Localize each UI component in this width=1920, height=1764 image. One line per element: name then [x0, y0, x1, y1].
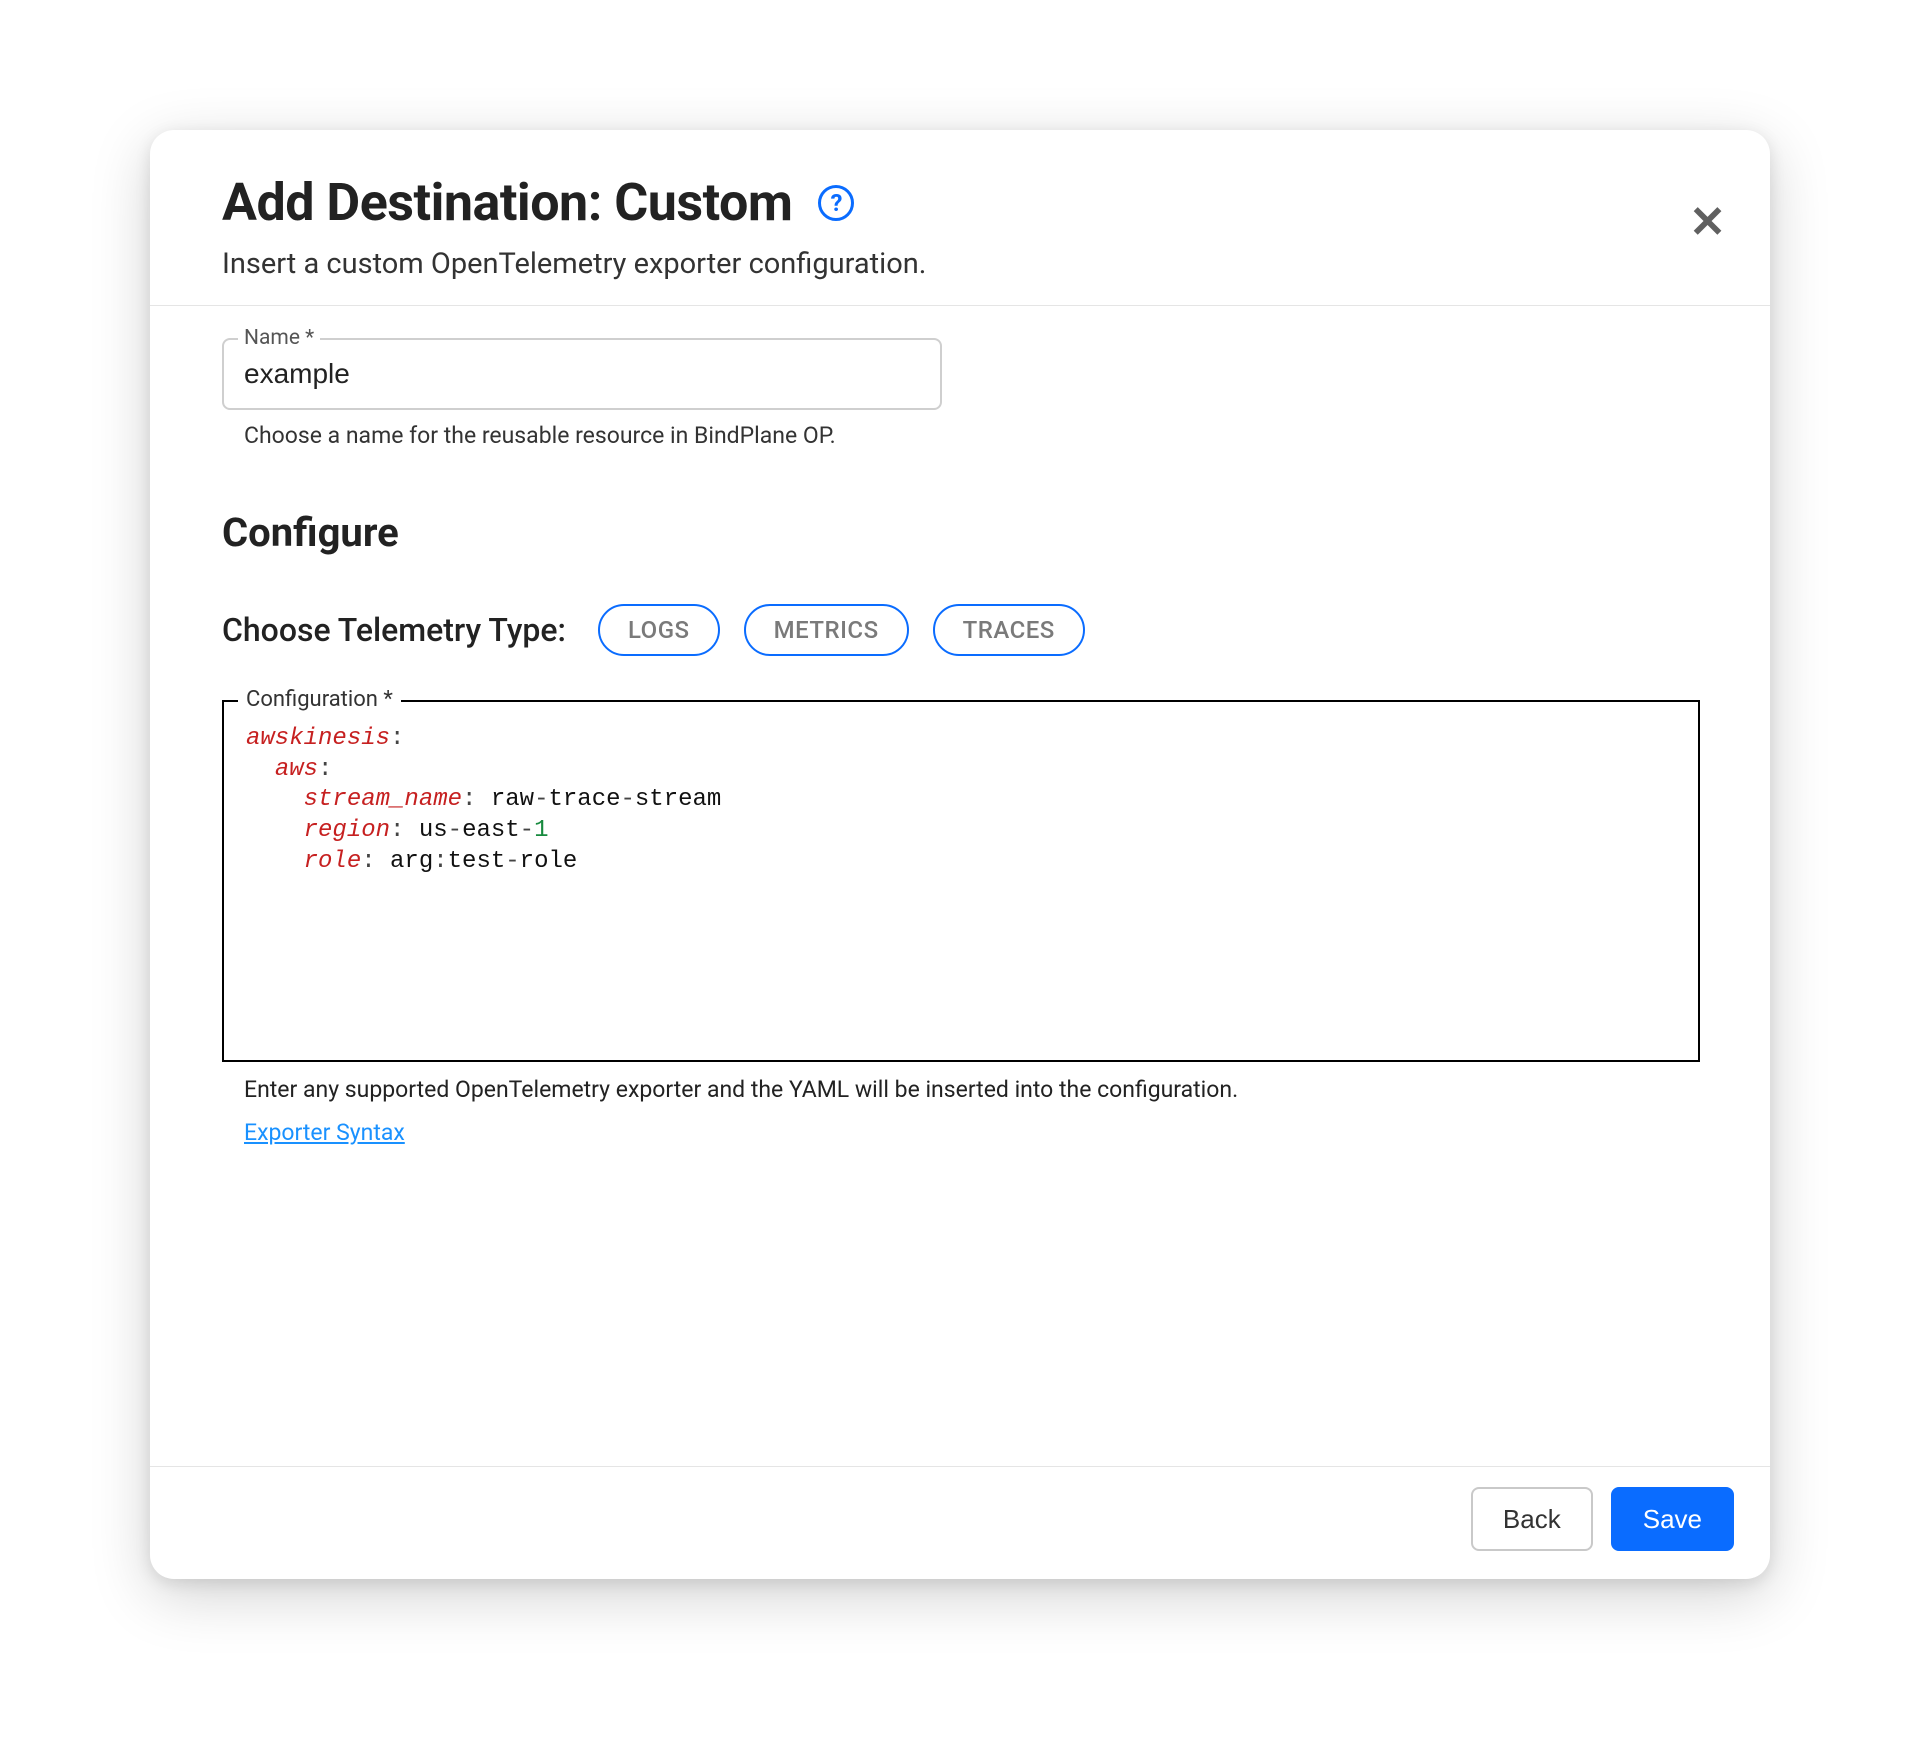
exporter-syntax-link[interactable]: Exporter Syntax [244, 1119, 405, 1146]
add-destination-dialog: Add Destination: Custom ? Insert a custo… [150, 130, 1770, 1579]
chip-logs[interactable]: LOGS [598, 604, 720, 656]
dialog-footer: Back Save [150, 1466, 1770, 1579]
chip-traces[interactable]: TRACES [933, 604, 1085, 656]
configuration-field-label: Configuration * [238, 687, 401, 712]
dialog-header: Add Destination: Custom ? Insert a custo… [150, 130, 1770, 306]
name-helper-text: Choose a name for the reusable resource … [222, 422, 1698, 449]
name-field-label: Name * [238, 326, 320, 350]
help-icon[interactable]: ? [818, 185, 854, 221]
dialog-subtitle: Insert a custom OpenTelemetry exporter c… [222, 247, 1698, 281]
chip-metrics[interactable]: METRICS [744, 604, 909, 656]
dialog-title: Add Destination: Custom [222, 172, 792, 233]
configuration-field-wrap: Configuration * awskinesis: aws: stream_… [222, 700, 1700, 1062]
dialog-body: Name * Choose a name for the reusable re… [150, 306, 1770, 1466]
configuration-editor[interactable]: awskinesis: aws: stream_name: raw-trace-… [222, 700, 1700, 1062]
telemetry-row: Choose Telemetry Type: LOGS METRICS TRAC… [222, 604, 1698, 656]
name-field-wrap: Name * [222, 338, 942, 410]
telemetry-label: Choose Telemetry Type: [222, 611, 566, 649]
close-icon[interactable]: ✕ [1689, 200, 1726, 244]
save-button[interactable]: Save [1611, 1487, 1734, 1551]
back-button[interactable]: Back [1471, 1487, 1593, 1551]
configure-heading: Configure [222, 509, 1698, 556]
name-input[interactable] [222, 338, 942, 410]
configuration-helper-text: Enter any supported OpenTelemetry export… [222, 1076, 1698, 1103]
